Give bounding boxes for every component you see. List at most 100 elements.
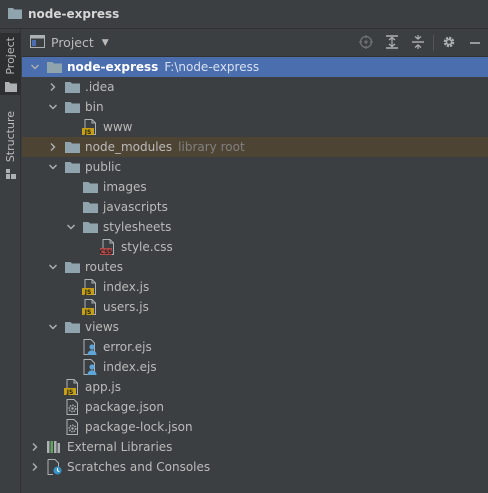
js-file-icon: JS bbox=[82, 299, 98, 315]
tree-row[interactable]: public bbox=[22, 157, 488, 177]
folder-icon bbox=[82, 199, 98, 215]
tree-item-label: index.js bbox=[103, 280, 150, 294]
locate-button[interactable] bbox=[353, 30, 379, 56]
tree-arrow-spacer bbox=[64, 297, 78, 317]
tree-arrow-spacer bbox=[82, 237, 96, 257]
chevron-down-icon[interactable] bbox=[46, 97, 60, 117]
tree-row[interactable]: CSS style.css bbox=[22, 237, 488, 257]
settings-button[interactable] bbox=[436, 30, 462, 56]
chevron-down-icon: ▼ bbox=[101, 37, 109, 48]
expand-all-icon bbox=[385, 34, 399, 52]
tree-row[interactable]: JS app.js bbox=[22, 377, 488, 397]
tree-item-label: users.js bbox=[103, 300, 149, 314]
svg-text:JS: JS bbox=[66, 389, 74, 395]
chevron-right-icon[interactable] bbox=[46, 77, 60, 97]
tree-arrow-spacer bbox=[46, 377, 60, 397]
tree-item-label: node-express bbox=[67, 60, 159, 74]
tree-item-label: images bbox=[103, 180, 147, 194]
project-folder-icon bbox=[4, 81, 17, 95]
window-titlebar: node-express bbox=[0, 0, 488, 29]
js-file-icon: JS bbox=[82, 119, 98, 135]
chevron-right-icon[interactable] bbox=[28, 437, 42, 457]
project-tree: node-express F:\node-express .idea bin JS www… bbox=[22, 57, 488, 493]
tree-row[interactable]: Scratches and Consoles bbox=[22, 457, 488, 477]
svg-text:JS: JS bbox=[84, 309, 92, 315]
minimize-button[interactable] bbox=[462, 30, 488, 56]
tree-item-label: app.js bbox=[85, 380, 121, 394]
tree-row[interactable]: JS users.js bbox=[22, 297, 488, 317]
gear-icon bbox=[442, 35, 456, 52]
tab-structure[interactable]: Structure bbox=[0, 107, 21, 182]
folder-icon bbox=[64, 99, 80, 115]
tree-arrow-spacer bbox=[64, 357, 78, 377]
tree-row[interactable]: JS index.js bbox=[22, 277, 488, 297]
tree-row[interactable]: .idea bbox=[22, 77, 488, 97]
chevron-down-icon[interactable] bbox=[46, 317, 60, 337]
svg-text:JS: JS bbox=[84, 129, 92, 135]
chevron-right-icon[interactable] bbox=[28, 457, 42, 477]
tree-item-label: Scratches and Consoles bbox=[67, 460, 211, 474]
view-selector[interactable]: Project ▼ bbox=[22, 34, 109, 51]
folder-icon bbox=[82, 219, 98, 235]
tree-row[interactable]: stylesheets bbox=[22, 217, 488, 237]
tree-row[interactable]: error.ejs bbox=[22, 337, 488, 357]
expand-all-button[interactable] bbox=[379, 30, 405, 56]
tree-item-label: style.css bbox=[121, 240, 173, 254]
folder-icon bbox=[64, 159, 80, 175]
folder-icon bbox=[46, 59, 62, 75]
tree-item-label: routes bbox=[85, 260, 123, 274]
chevron-down-icon[interactable] bbox=[46, 257, 60, 277]
libraries-icon bbox=[46, 439, 62, 455]
panel-title: Project bbox=[51, 35, 94, 50]
folder-icon bbox=[8, 7, 22, 22]
collapse-all-icon bbox=[411, 34, 425, 52]
minimize-icon bbox=[468, 35, 482, 52]
tree-arrow-spacer bbox=[64, 337, 78, 357]
tree-item-label: bin bbox=[85, 100, 104, 114]
tree-item-hint: library root bbox=[178, 140, 245, 154]
ejs-file-icon bbox=[82, 359, 98, 375]
ejs-file-icon bbox=[82, 339, 98, 355]
scratches-icon bbox=[46, 459, 62, 475]
tree-row[interactable]: routes bbox=[22, 257, 488, 277]
folder-icon bbox=[64, 319, 80, 335]
tree-item-label: External Libraries bbox=[67, 440, 173, 454]
window-title: node-express bbox=[28, 7, 120, 21]
folder-icon bbox=[64, 259, 80, 275]
tree-row[interactable]: index.ejs bbox=[22, 357, 488, 377]
chevron-down-icon[interactable] bbox=[46, 157, 60, 177]
json-file-icon bbox=[64, 419, 80, 435]
tree-row[interactable]: External Libraries bbox=[22, 437, 488, 457]
tree-arrow-spacer bbox=[64, 277, 78, 297]
tree-item-label: index.ejs bbox=[103, 360, 157, 374]
tree-arrow-spacer bbox=[64, 177, 78, 197]
folder-icon bbox=[64, 139, 80, 155]
tool-window-strip: Project Structure bbox=[0, 29, 21, 493]
tree-row[interactable]: images bbox=[22, 177, 488, 197]
tree-item-label: views bbox=[85, 320, 119, 334]
folder-icon bbox=[82, 179, 98, 195]
tree-item-label: node_modules bbox=[85, 140, 173, 154]
tree-row[interactable]: package.json bbox=[22, 397, 488, 417]
tree-row[interactable]: javascripts bbox=[22, 197, 488, 217]
svg-text:JS: JS bbox=[84, 289, 92, 295]
js-file-icon: JS bbox=[82, 279, 98, 295]
tree-item-label: www bbox=[103, 120, 133, 134]
tree-item-label: stylesheets bbox=[103, 220, 172, 234]
chevron-down-icon[interactable] bbox=[64, 217, 78, 237]
tree-item-label: .idea bbox=[85, 80, 115, 94]
json-file-icon bbox=[64, 399, 80, 415]
tree-item-hint: F:\node-express bbox=[164, 60, 260, 74]
tree-row[interactable]: node-express F:\node-express bbox=[22, 57, 488, 77]
chevron-right-icon[interactable] bbox=[46, 137, 60, 157]
tree-row[interactable]: node_modules library root bbox=[22, 137, 488, 157]
collapse-all-button[interactable] bbox=[405, 30, 431, 56]
tree-row[interactable]: package-lock.json bbox=[22, 417, 488, 437]
tree-row[interactable]: views bbox=[22, 317, 488, 337]
tree-item-label: package-lock.json bbox=[85, 420, 193, 434]
chevron-down-icon[interactable] bbox=[28, 57, 42, 77]
tree-row[interactable]: JS www bbox=[22, 117, 488, 137]
tab-project-label: Project bbox=[4, 37, 17, 75]
tab-project[interactable]: Project bbox=[0, 33, 21, 95]
tree-row[interactable]: bin bbox=[22, 97, 488, 117]
